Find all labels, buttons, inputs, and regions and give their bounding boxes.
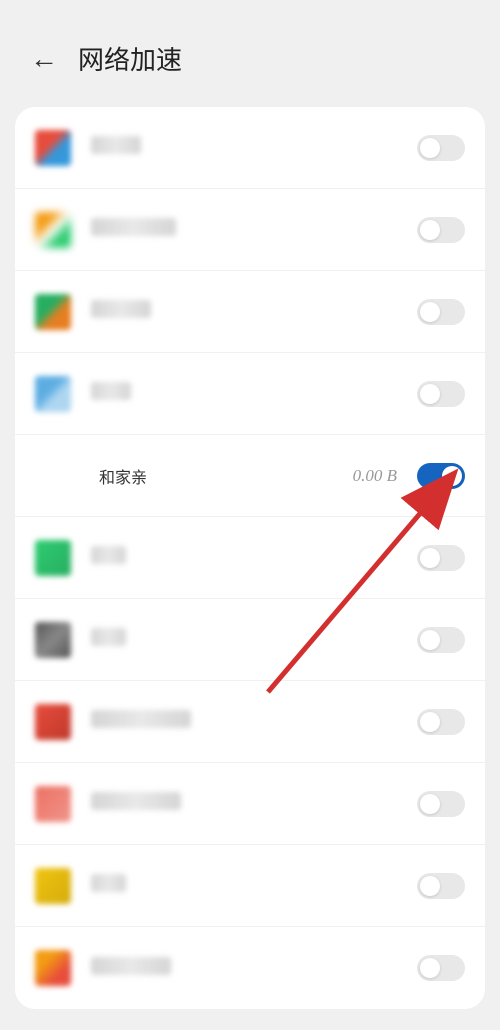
app-icon [35, 540, 71, 576]
app-label [91, 300, 417, 323]
toggle-switch[interactable] [417, 463, 465, 489]
app-label [91, 710, 417, 733]
toggle-switch[interactable] [417, 791, 465, 817]
app-row[interactable] [15, 271, 485, 353]
app-icon [35, 294, 71, 330]
app-row[interactable] [15, 845, 485, 927]
app-row[interactable] [15, 189, 485, 271]
toggle-switch[interactable] [417, 627, 465, 653]
app-label [91, 792, 417, 815]
app-row[interactable] [15, 681, 485, 763]
app-icon [35, 704, 71, 740]
toggle-switch[interactable] [417, 873, 465, 899]
app-row-featured[interactable]: 和家亲 0.00 B [15, 435, 485, 517]
app-label [91, 218, 417, 241]
app-icon [35, 622, 71, 658]
app-row[interactable] [15, 763, 485, 845]
app-row[interactable] [15, 599, 485, 681]
app-label [91, 957, 417, 980]
app-icon [35, 868, 71, 904]
app-row[interactable] [15, 927, 485, 1009]
app-list-card: 和家亲 0.00 B [15, 107, 485, 1009]
app-icon [35, 130, 71, 166]
toggle-switch[interactable] [417, 955, 465, 981]
app-row[interactable] [15, 353, 485, 435]
app-label [91, 628, 417, 651]
app-label [91, 136, 417, 159]
data-usage-value: 0.00 B [353, 466, 397, 486]
toggle-switch[interactable] [417, 545, 465, 571]
toggle-switch[interactable] [417, 135, 465, 161]
app-row[interactable] [15, 517, 485, 599]
toggle-switch[interactable] [417, 709, 465, 735]
app-icon [35, 786, 71, 822]
toggle-switch[interactable] [417, 381, 465, 407]
page-title: 网络加速 [78, 40, 182, 77]
app-icon [35, 212, 71, 248]
app-label [91, 382, 417, 405]
app-label [91, 546, 417, 569]
app-row[interactable] [15, 107, 485, 189]
back-arrow-icon[interactable]: ← [30, 43, 58, 75]
header: ← 网络加速 [0, 0, 500, 107]
toggle-switch[interactable] [417, 217, 465, 243]
app-icon [35, 376, 71, 412]
toggle-switch[interactable] [417, 299, 465, 325]
app-icon [35, 950, 71, 986]
app-label: 和家亲 [91, 464, 353, 488]
app-icon [35, 458, 71, 494]
app-label [91, 874, 417, 897]
